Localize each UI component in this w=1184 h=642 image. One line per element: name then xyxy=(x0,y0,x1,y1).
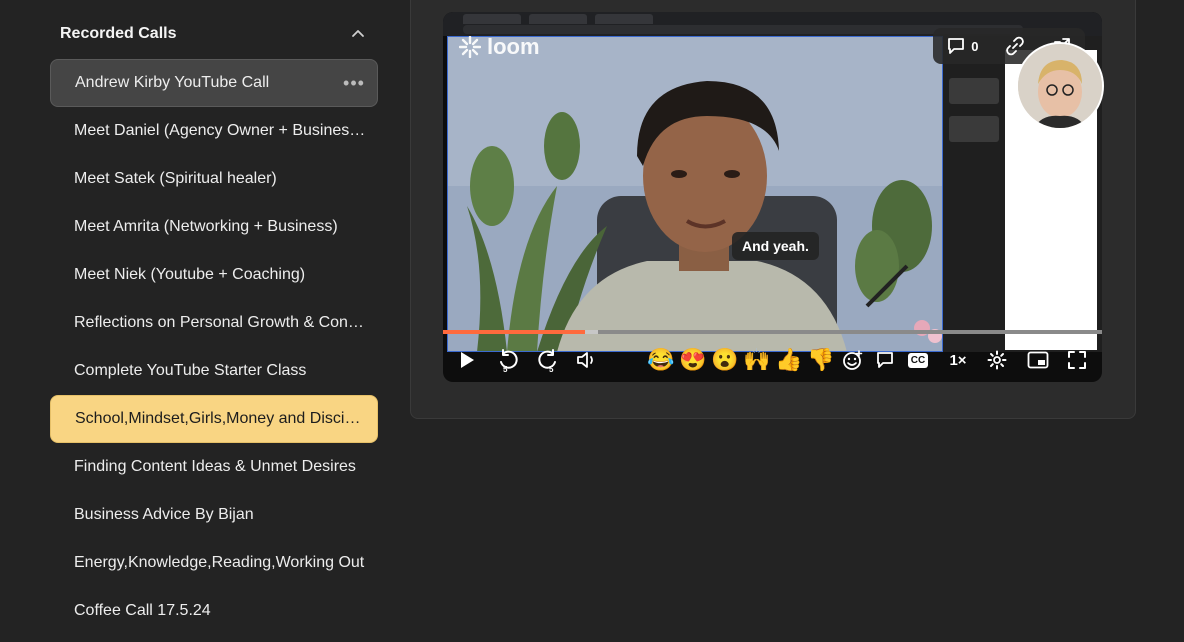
call-item-label: Complete YouTube Starter Class xyxy=(74,362,307,379)
caption-bubble: And yeah. xyxy=(732,232,819,260)
skip-back-button[interactable]: 5 xyxy=(495,346,521,374)
reaction-thumbs-down[interactable]: 👎 xyxy=(807,346,835,374)
call-item-label: Finding Content Ideas & Unmet Desires xyxy=(74,458,356,475)
reaction-heart-eyes[interactable]: 😍 xyxy=(679,346,707,374)
skip-forward-button[interactable]: 5 xyxy=(535,346,561,374)
loom-wordmark: loom xyxy=(487,34,540,59)
call-item-content-ideas[interactable]: Finding Content Ideas & Unmet Desires xyxy=(50,443,378,491)
call-item-business-advice[interactable]: Business Advice By Bijan xyxy=(50,491,378,539)
fast-forward-icon xyxy=(538,349,556,369)
call-item-meet-daniel[interactable]: Meet Daniel (Agency Owner + Business Coa… xyxy=(50,107,378,155)
settings-button[interactable] xyxy=(985,346,1009,374)
call-item-meet-niek[interactable]: Meet Niek (Youtube + Coaching) xyxy=(50,251,378,299)
call-item-reflections[interactable]: Reflections on Personal Growth & Content… xyxy=(50,299,378,347)
progress-fill xyxy=(443,330,585,334)
section-title: Recorded Calls xyxy=(60,25,177,42)
playback-speed-label: 1× xyxy=(949,351,967,369)
reaction-surprised[interactable]: 😮 xyxy=(711,346,739,374)
call-item-label: Andrew Kirby YouTube Call xyxy=(75,74,270,91)
chevron-up-icon[interactable] xyxy=(350,26,366,42)
call-item-energy-knowledge[interactable]: Energy,Knowledge,Reading,Working Out xyxy=(50,539,378,587)
reaction-thumbs-up[interactable]: 👍 xyxy=(775,346,803,374)
video-player[interactable] xyxy=(443,12,1102,382)
rewind-icon xyxy=(500,349,518,369)
play-icon xyxy=(461,352,474,368)
picture-in-picture-icon xyxy=(1027,351,1049,369)
captions-button[interactable]: CC xyxy=(905,346,931,374)
call-item-label: Meet Daniel (Agency Owner + Business Coa… xyxy=(74,122,366,139)
webcam-person xyxy=(1018,44,1102,128)
progress-bar[interactable] xyxy=(443,330,1102,334)
volume-button[interactable] xyxy=(575,346,599,374)
call-item-label: Meet Amrita (Networking + Business) xyxy=(74,218,338,235)
call-item-andrew-kirby[interactable]: Andrew Kirby YouTube Call ••• xyxy=(50,59,378,107)
picture-in-picture-button[interactable] xyxy=(1025,346,1051,374)
caption-text: And yeah. xyxy=(742,238,809,254)
comments-button[interactable]: 0 xyxy=(946,36,979,56)
skip-back-seconds: 5 xyxy=(503,365,508,374)
call-item-label: Energy,Knowledge,Reading,Working Out xyxy=(74,554,365,571)
skip-forward-seconds: 5 xyxy=(549,365,554,374)
fullscreen-button[interactable] xyxy=(1065,346,1089,374)
comment-icon xyxy=(877,352,893,368)
fullscreen-icon xyxy=(1068,351,1086,369)
link-icon[interactable] xyxy=(1005,36,1025,56)
comment-count: 0 xyxy=(971,38,979,54)
call-item-label: Meet Niek (Youtube + Coaching) xyxy=(74,266,306,283)
add-reaction-button[interactable] xyxy=(841,346,865,374)
loom-logo: loom xyxy=(459,34,540,60)
video-frame xyxy=(447,36,943,352)
call-item-label: Business Advice By Bijan xyxy=(74,506,254,523)
add-emoji-icon xyxy=(843,350,863,370)
reaction-laugh[interactable]: 😂 xyxy=(647,346,675,374)
call-item-label: Reflections on Personal Growth & Content… xyxy=(74,314,366,331)
call-item-youtube-starter[interactable]: Complete YouTube Starter Class xyxy=(50,347,378,395)
comment-button[interactable] xyxy=(873,346,897,374)
more-horizontal-icon[interactable]: ••• xyxy=(343,73,365,94)
call-item-label: School,Mindset,Girls,Money and Disciplin… xyxy=(75,410,365,427)
recorded-calls-header[interactable]: Recorded Calls xyxy=(50,14,380,54)
loom-icon xyxy=(459,36,481,58)
call-item-coffee-call[interactable]: Coffee Call 17.5.24 xyxy=(50,587,378,635)
call-item-school-mindset[interactable]: School,Mindset,Girls,Money and Disciplin… xyxy=(50,395,378,443)
call-item-meet-satek[interactable]: Meet Satek (Spiritual healer) xyxy=(50,155,378,203)
volume-icon xyxy=(577,352,593,368)
recorded-calls-sidebar: Recorded Calls Andrew Kirby YouTube Call… xyxy=(50,0,380,642)
player-controls: 5 5 😂 😍 😮 🙌 👍 👎 CC 1× xyxy=(443,340,1102,380)
webcam-bubble[interactable] xyxy=(1016,42,1104,130)
cc-icon: CC xyxy=(907,352,929,368)
playback-speed-button[interactable]: 1× xyxy=(945,346,971,374)
call-item-meet-amrita[interactable]: Meet Amrita (Networking + Business) xyxy=(50,203,378,251)
reaction-raised-hands[interactable]: 🙌 xyxy=(743,346,771,374)
comment-icon xyxy=(948,38,965,54)
call-item-label: Meet Satek (Spiritual healer) xyxy=(74,170,277,187)
call-item-label: Coffee Call 17.5.24 xyxy=(74,602,211,619)
gear-icon xyxy=(987,350,1007,370)
play-button[interactable] xyxy=(455,346,479,374)
